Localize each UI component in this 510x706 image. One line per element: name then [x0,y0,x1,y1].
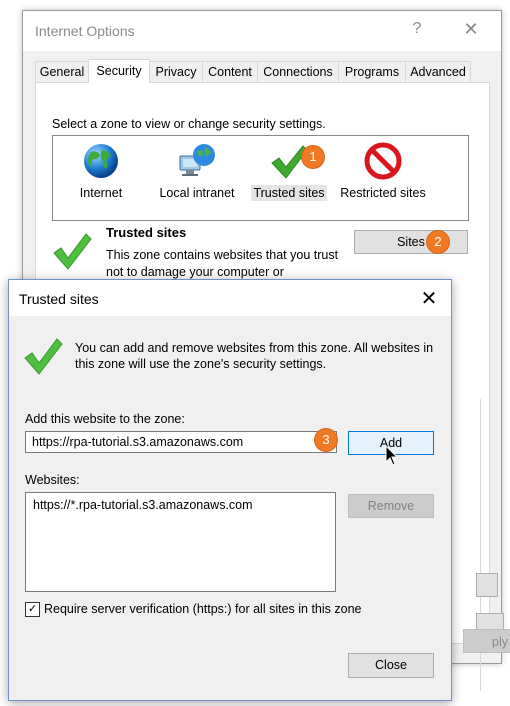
step-badge-3: 3 [315,429,337,451]
dialog-close-icon[interactable]: ✕ [417,286,441,311]
zone-description: This zone contains websites that you tru… [106,248,339,279]
step-badge-2: 2 [427,231,449,253]
zone-heading: Trusted sites [106,225,187,240]
trusted-check-icon [53,233,92,270]
step-badge-1: 1 [302,146,324,168]
sites-button[interactable]: Sites [354,230,468,254]
tab-programs[interactable]: Programs [338,61,406,82]
zone-restricted-sites-label: Restricted sites [340,186,426,200]
globe-icon [84,144,118,178]
trusted-sites-dialog: Trusted sites ✕ You can add and remove w… [8,279,452,701]
mouse-cursor-icon [385,445,399,466]
zone-local-intranet-label: Local intranet [159,186,235,200]
tab-privacy[interactable]: Privacy [149,61,203,82]
zone-internet[interactable]: Internet [71,140,131,206]
website-url-input[interactable] [25,431,337,453]
websites-label: Websites: [25,473,80,487]
zone-list: Internet Local intranet Trusted sites Re… [52,135,469,221]
dialog-title: Trusted sites [19,291,99,307]
zone-local-intranet[interactable]: Local intranet [153,140,241,206]
dialog-titlebar: Trusted sites ✕ [9,280,451,316]
io-close-icon[interactable]: ✕ [459,19,483,40]
zone-prompt: Select a zone to view or change security… [52,117,326,131]
tab-content[interactable]: Content [202,61,258,82]
add-website-label: Add this website to the zone: [25,412,185,426]
remove-button[interactable]: Remove [348,494,434,518]
close-button[interactable]: Close [348,653,434,678]
websites-list[interactable]: https://*.rpa-tutorial.s3.amazonaws.com [25,492,336,592]
require-verification-label: Require server verification (https:) for… [44,602,362,616]
tab-general[interactable]: General [35,61,89,82]
network-globe-icon [179,144,215,176]
hidden-button[interactable] [476,573,498,597]
zone-trusted-sites-label: Trusted sites [249,185,329,201]
apply-button[interactable]: ply [463,629,510,653]
io-titlebar: Internet Options ? ✕ [23,11,501,51]
require-verification-checkbox[interactable]: ✓ [25,602,40,617]
zone-internet-label: Internet [79,186,123,200]
io-window-title: Internet Options [35,23,135,39]
zone-restricted-sites[interactable]: Restricted sites [337,140,429,206]
tab-security[interactable]: Security [88,59,150,83]
zone-trusted-sites-text: Trusted sites [251,185,327,201]
help-button[interactable]: ? [407,20,427,38]
dialog-info-text: You can add and remove websites from thi… [75,341,434,371]
tab-connections[interactable]: Connections [257,61,339,82]
prohibited-icon [364,142,402,180]
tab-advanced[interactable]: Advanced [405,61,471,82]
list-item[interactable]: https://*.rpa-tutorial.s3.amazonaws.com [33,498,253,512]
info-check-icon [24,338,63,375]
